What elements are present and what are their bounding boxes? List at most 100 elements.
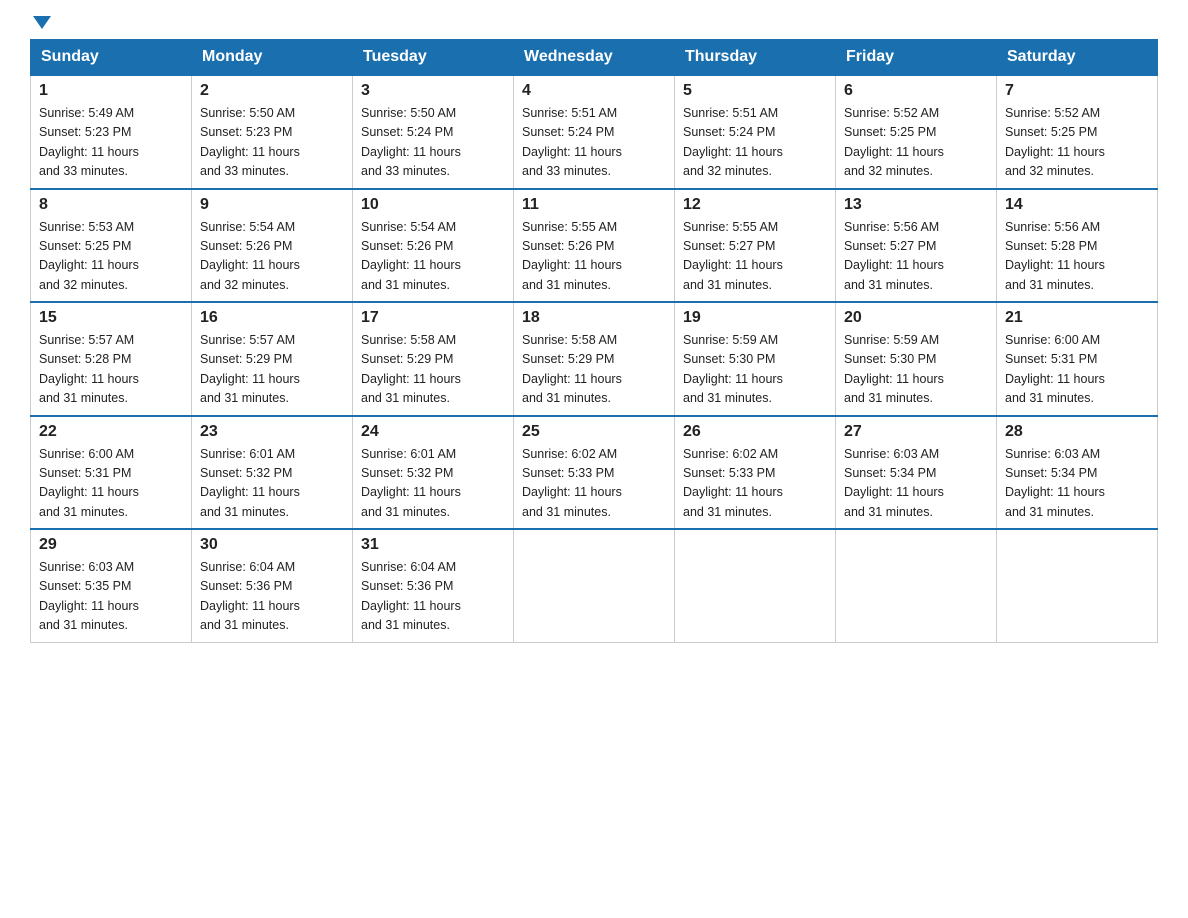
calendar-cell: 8Sunrise: 5:53 AMSunset: 5:25 PMDaylight… [31, 189, 192, 303]
day-info: Sunrise: 5:55 AMSunset: 5:26 PMDaylight:… [522, 218, 666, 296]
weekday-header-wednesday: Wednesday [514, 40, 675, 76]
calendar-week-5: 29 Sunrise: 6:03 AMSunset: 5:35 PMDayligh… [31, 529, 1158, 642]
calendar-week-3: 15 Sunrise: 5:57 AMSunset: 5:28 PMDayligh… [31, 302, 1158, 416]
calendar-cell: 18 Sunrise: 5:58 AMSunset: 5:29 PMDayligh… [514, 302, 675, 416]
calendar-cell: 16Sunrise: 5:57 AMSunset: 5:29 PMDayligh… [192, 302, 353, 416]
day-number: 26 [683, 423, 827, 441]
weekday-header-friday: Friday [836, 40, 997, 76]
day-info: Sunrise: 5:56 AMSunset: 5:27 PMDaylight:… [844, 218, 988, 296]
calendar-cell: 7 Sunrise: 5:52 AMSunset: 5:25 PMDaylight… [997, 75, 1158, 189]
day-number: 28 [1005, 423, 1149, 441]
day-number: 20 [844, 309, 988, 327]
day-number: 14 [1005, 196, 1149, 214]
day-number: 22 [39, 423, 183, 441]
calendar-cell: 30 Sunrise: 6:04 AMSunset: 5:36 PMDayligh… [192, 529, 353, 642]
calendar-cell: 11 Sunrise: 5:55 AMSunset: 5:26 PMDayligh… [514, 189, 675, 303]
calendar-cell: 10 Sunrise: 5:54 AMSunset: 5:26 PMDayligh… [353, 189, 514, 303]
calendar-cell: 3 Sunrise: 5:50 AMSunset: 5:24 PMDaylight… [353, 75, 514, 189]
calendar-table: SundayMondayTuesdayWednesdayThursdayFrid… [30, 39, 1158, 643]
day-number: 12 [683, 196, 827, 214]
weekday-header-sunday: Sunday [31, 40, 192, 76]
day-info: Sunrise: 5:59 AMSunset: 5:30 PMDaylight:… [844, 331, 988, 409]
calendar-cell: 27 Sunrise: 6:03 AMSunset: 5:34 PMDayligh… [836, 416, 997, 530]
weekday-header-saturday: Saturday [997, 40, 1158, 76]
day-info: Sunrise: 5:56 AMSunset: 5:28 PMDaylight:… [1005, 218, 1149, 296]
calendar-cell: 29 Sunrise: 6:03 AMSunset: 5:35 PMDayligh… [31, 529, 192, 642]
day-number: 6 [844, 82, 988, 100]
day-number: 1 [39, 82, 183, 100]
day-info: Sunrise: 5:49 AMSunset: 5:23 PMDaylight:… [39, 104, 183, 182]
day-number: 11 [522, 196, 666, 214]
calendar-cell: 21Sunrise: 6:00 AMSunset: 5:31 PMDayligh… [997, 302, 1158, 416]
calendar-cell: 9 Sunrise: 5:54 AMSunset: 5:26 PMDaylight… [192, 189, 353, 303]
calendar-cell: 12 Sunrise: 5:55 AMSunset: 5:27 PMDayligh… [675, 189, 836, 303]
day-info: Sunrise: 5:58 AMSunset: 5:29 PMDaylight:… [361, 331, 505, 409]
day-info: Sunrise: 5:58 AMSunset: 5:29 PMDaylight:… [522, 331, 666, 409]
day-info: Sunrise: 5:52 AMSunset: 5:25 PMDaylight:… [844, 104, 988, 182]
day-info: Sunrise: 6:00 AMSunset: 5:31 PMDaylight:… [39, 445, 183, 523]
calendar-cell [514, 529, 675, 642]
day-info: Sunrise: 6:02 AMSunset: 5:33 PMDaylight:… [683, 445, 827, 523]
calendar-cell: 22 Sunrise: 6:00 AMSunset: 5:31 PMDayligh… [31, 416, 192, 530]
weekday-header-monday: Monday [192, 40, 353, 76]
day-info: Sunrise: 6:01 AMSunset: 5:32 PMDaylight:… [361, 445, 505, 523]
calendar-cell [836, 529, 997, 642]
day-info: Sunrise: 6:02 AMSunset: 5:33 PMDaylight:… [522, 445, 666, 523]
day-number: 30 [200, 536, 344, 554]
day-number: 15 [39, 309, 183, 327]
calendar-week-2: 8Sunrise: 5:53 AMSunset: 5:25 PMDaylight… [31, 189, 1158, 303]
day-info: Sunrise: 5:51 AMSunset: 5:24 PMDaylight:… [522, 104, 666, 182]
day-number: 7 [1005, 82, 1149, 100]
day-number: 27 [844, 423, 988, 441]
day-number: 25 [522, 423, 666, 441]
day-number: 17 [361, 309, 505, 327]
page: SundayMondayTuesdayWednesdayThursdayFrid… [0, 0, 1188, 673]
calendar-cell: 17 Sunrise: 5:58 AMSunset: 5:29 PMDayligh… [353, 302, 514, 416]
day-number: 2 [200, 82, 344, 100]
day-info: Sunrise: 6:03 AMSunset: 5:34 PMDaylight:… [844, 445, 988, 523]
calendar-cell: 6 Sunrise: 5:52 AMSunset: 5:25 PMDaylight… [836, 75, 997, 189]
day-number: 8 [39, 196, 183, 214]
weekday-header-tuesday: Tuesday [353, 40, 514, 76]
day-info: Sunrise: 5:52 AMSunset: 5:25 PMDaylight:… [1005, 104, 1149, 182]
calendar-cell: 24Sunrise: 6:01 AMSunset: 5:32 PMDayligh… [353, 416, 514, 530]
day-info: Sunrise: 6:03 AMSunset: 5:35 PMDaylight:… [39, 558, 183, 636]
day-number: 3 [361, 82, 505, 100]
day-info: Sunrise: 5:57 AMSunset: 5:28 PMDaylight:… [39, 331, 183, 409]
calendar-cell: 1 Sunrise: 5:49 AMSunset: 5:23 PMDaylight… [31, 75, 192, 189]
day-number: 18 [522, 309, 666, 327]
day-number: 9 [200, 196, 344, 214]
day-number: 29 [39, 536, 183, 554]
calendar-cell: 23 Sunrise: 6:01 AMSunset: 5:32 PMDayligh… [192, 416, 353, 530]
calendar-week-4: 22 Sunrise: 6:00 AMSunset: 5:31 PMDayligh… [31, 416, 1158, 530]
calendar-cell: 4 Sunrise: 5:51 AMSunset: 5:24 PMDaylight… [514, 75, 675, 189]
day-info: Sunrise: 5:55 AMSunset: 5:27 PMDaylight:… [683, 218, 827, 296]
day-number: 19 [683, 309, 827, 327]
day-info: Sunrise: 5:59 AMSunset: 5:30 PMDaylight:… [683, 331, 827, 409]
header [30, 20, 1158, 29]
calendar-cell [997, 529, 1158, 642]
calendar-cell: 13Sunrise: 5:56 AMSunset: 5:27 PMDayligh… [836, 189, 997, 303]
calendar-cell: 26 Sunrise: 6:02 AMSunset: 5:33 PMDayligh… [675, 416, 836, 530]
logo-triangle-icon [33, 16, 51, 29]
day-info: Sunrise: 6:04 AMSunset: 5:36 PMDaylight:… [361, 558, 505, 636]
day-info: Sunrise: 5:51 AMSunset: 5:24 PMDaylight:… [683, 104, 827, 182]
day-info: Sunrise: 5:54 AMSunset: 5:26 PMDaylight:… [361, 218, 505, 296]
day-number: 10 [361, 196, 505, 214]
day-number: 5 [683, 82, 827, 100]
day-info: Sunrise: 6:01 AMSunset: 5:32 PMDaylight:… [200, 445, 344, 523]
calendar-cell: 15 Sunrise: 5:57 AMSunset: 5:28 PMDayligh… [31, 302, 192, 416]
calendar-cell: 2 Sunrise: 5:50 AMSunset: 5:23 PMDaylight… [192, 75, 353, 189]
day-info: Sunrise: 5:50 AMSunset: 5:24 PMDaylight:… [361, 104, 505, 182]
day-info: Sunrise: 6:04 AMSunset: 5:36 PMDaylight:… [200, 558, 344, 636]
day-info: Sunrise: 5:50 AMSunset: 5:23 PMDaylight:… [200, 104, 344, 182]
day-number: 23 [200, 423, 344, 441]
day-info: Sunrise: 5:54 AMSunset: 5:26 PMDaylight:… [200, 218, 344, 296]
calendar-cell: 28 Sunrise: 6:03 AMSunset: 5:34 PMDayligh… [997, 416, 1158, 530]
calendar-week-1: 1 Sunrise: 5:49 AMSunset: 5:23 PMDaylight… [31, 75, 1158, 189]
calendar-cell: 25 Sunrise: 6:02 AMSunset: 5:33 PMDayligh… [514, 416, 675, 530]
day-number: 4 [522, 82, 666, 100]
weekday-header-row: SundayMondayTuesdayWednesdayThursdayFrid… [31, 40, 1158, 76]
day-info: Sunrise: 6:03 AMSunset: 5:34 PMDaylight:… [1005, 445, 1149, 523]
day-number: 16 [200, 309, 344, 327]
